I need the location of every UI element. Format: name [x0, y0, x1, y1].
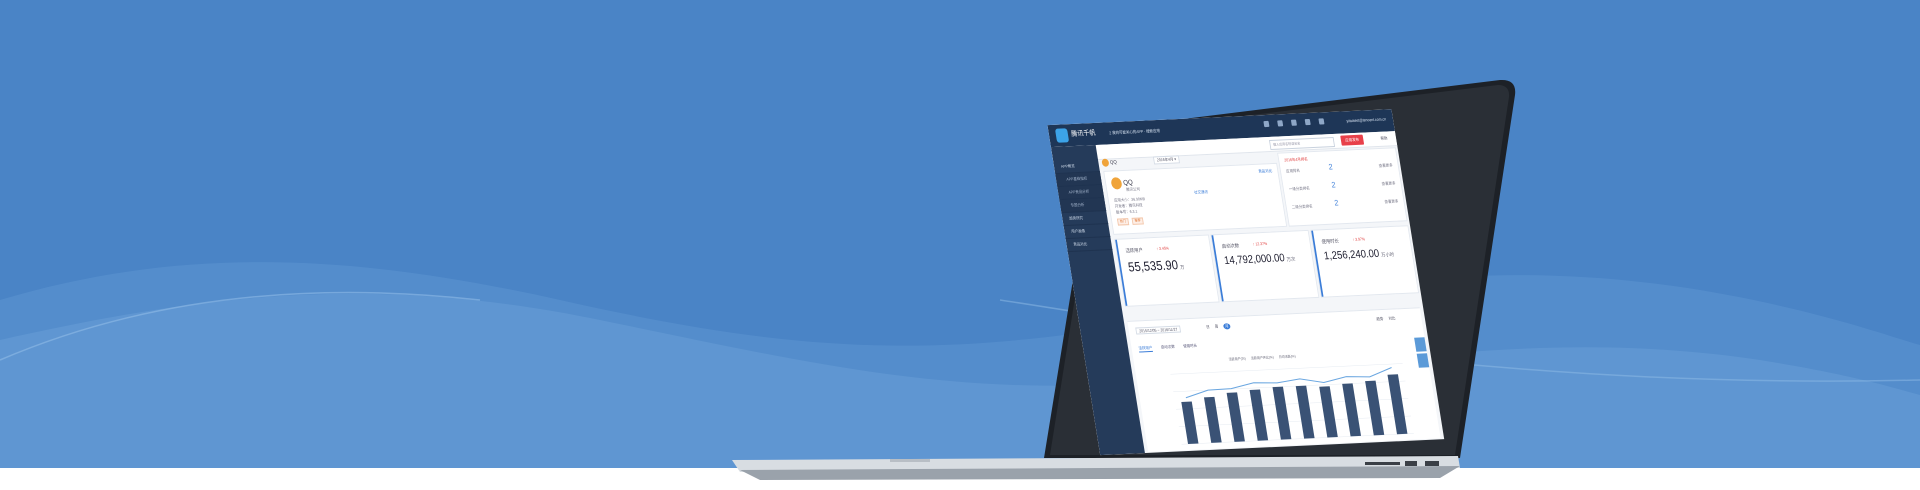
compare-link[interactable]: 竞品对比	[1258, 168, 1273, 175]
gridline	[1170, 363, 1403, 375]
granularity-switch: 日 周 月	[1206, 323, 1231, 330]
legend-item[interactable]: 日均活跃(%)	[1279, 354, 1297, 360]
help-link[interactable]: 帮助	[1380, 136, 1388, 142]
trend-chart-panel: 2015/12/05 ~ 2016/11/27 日 周 月 趋势 对比 活跃用户…	[1127, 307, 1441, 452]
star-icon[interactable]	[1290, 119, 1297, 126]
metric-card: 活跃用户 ↑ 3.45% 55,535.90万	[1114, 234, 1220, 307]
bar	[1272, 386, 1292, 440]
info-row-3: 版本号：6.3.1	[1115, 208, 1138, 215]
bar	[1181, 401, 1199, 444]
tab-launches[interactable]: 启动次数	[1160, 344, 1175, 352]
bar	[1226, 392, 1245, 442]
rank-row: 二级分类排名 2 查看更多	[1291, 198, 1399, 210]
bar-chart	[1170, 363, 1414, 445]
rank-card: 2016年4月排名 应用排名 2 查看更多 一级分类排名 2 查看更多 二级分类…	[1277, 147, 1408, 227]
tag[interactable]: 热门	[1116, 218, 1130, 226]
trend-button[interactable]: 趋势	[1376, 316, 1384, 322]
legend-item[interactable]: 活跃用户环比(%)	[1251, 355, 1275, 361]
chart-tabs: 活跃用户 启动次数 使用时长	[1138, 343, 1198, 353]
rank-row: 一级分类排名 2 查看更多	[1288, 180, 1396, 192]
category-label[interactable]: 社交通讯	[1194, 189, 1209, 196]
metric-value: 1,256,240.00万小时	[1323, 247, 1395, 263]
home-icon[interactable]	[1263, 120, 1270, 128]
tag[interactable]: 推荐	[1131, 217, 1144, 225]
app-tab[interactable]: QQ	[1101, 158, 1117, 167]
app-logo-icon[interactable]	[1054, 128, 1070, 143]
brand-name: 腾讯千帆	[1070, 129, 1097, 139]
back-to-top-button[interactable]	[1414, 337, 1427, 352]
metric-card: 使用时长 ↑ 3.97% 1,256,240.00万小时	[1310, 225, 1420, 298]
main-content: QQ 2016年4月 ▾ QQ 腾讯公司 应用大小：36.90MB 开发者：腾讯…	[1101, 147, 1441, 453]
metric-change: ↑ 3.97%	[1352, 236, 1366, 242]
chart-legend: 活跃用户(万) 活跃用户环比(%) 日均活跃(%)	[1228, 354, 1296, 362]
app-info-card: QQ 腾讯公司 应用大小：36.90MB 开发者：腾讯科技 版本号：6.3.1 …	[1103, 162, 1288, 235]
bar	[1249, 389, 1269, 441]
granularity-option[interactable]: 日	[1206, 324, 1210, 330]
topbar-icons	[1263, 118, 1325, 128]
legend-item[interactable]: 活跃用户(万)	[1228, 357, 1246, 363]
bar	[1295, 385, 1315, 439]
sidebar-item-compare[interactable]: 竞品对比	[1065, 237, 1113, 253]
chart-actions: 趋势 对比	[1376, 315, 1396, 322]
laptop-illustration	[732, 79, 1516, 480]
metric-value: 55,535.90万	[1126, 257, 1185, 275]
developer-label: 腾讯公司	[1125, 186, 1141, 192]
dashboard-screen: 腾讯千帆 2 我的可能关心的APP · 搜索应用 yitaotest@tence…	[1047, 109, 1445, 456]
bar	[1387, 374, 1408, 435]
bar	[1342, 383, 1362, 437]
metric-label: 活跃用户	[1125, 247, 1144, 255]
breadcrumb[interactable]: 2 我的可能关心的APP · 搜索应用	[1109, 128, 1161, 136]
bar	[1319, 386, 1338, 438]
rank-row: 应用排名 2 查看更多	[1285, 162, 1393, 174]
metric-change: ↑ 3.45%	[1155, 245, 1170, 251]
metric-change: ↑ 12.37%	[1252, 240, 1268, 247]
bar	[1203, 396, 1222, 443]
metric-card: 启动次数 ↑ 12.37% 14,792,000.00万次	[1210, 229, 1320, 303]
bell-icon[interactable]	[1304, 118, 1311, 126]
app-avatar-icon	[1101, 158, 1110, 167]
metric-label: 启动次数	[1221, 243, 1240, 250]
feedback-button[interactable]	[1416, 353, 1430, 368]
tab-active-users[interactable]: 活跃用户	[1138, 344, 1153, 353]
app-icon	[1110, 177, 1123, 190]
compare-button[interactable]: 对比	[1388, 315, 1396, 321]
help-icon[interactable]	[1318, 118, 1325, 125]
tag-list: 热门 推荐	[1116, 216, 1146, 226]
user-email[interactable]: yitaotest@tencent.com.cn	[1346, 116, 1386, 123]
hero-banner: 腾讯千帆 2 我的可能关心的APP · 搜索应用 yitaotest@tence…	[0, 0, 1920, 490]
date-range-picker[interactable]: 2015/12/05 ~ 2016/11/27	[1135, 325, 1182, 335]
search-input[interactable]: 输入应用名称或包名	[1268, 137, 1336, 150]
granularity-option[interactable]: 月	[1222, 323, 1231, 330]
rank-title: 2016年4月排名	[1283, 156, 1309, 163]
chart-icon[interactable]	[1277, 120, 1284, 127]
tab-duration[interactable]: 使用时长	[1183, 343, 1198, 351]
month-filter[interactable]: 2016年4月 ▾	[1152, 155, 1181, 165]
publish-button[interactable]: 应用发布	[1340, 134, 1365, 146]
metric-label: 使用时长	[1321, 238, 1340, 246]
metric-value: 14,792,000.00万次	[1223, 252, 1296, 267]
granularity-option[interactable]: 周	[1214, 324, 1218, 330]
bar	[1365, 380, 1385, 436]
laptop-screen: 腾讯千帆 2 我的可能关心的APP · 搜索应用 yitaotest@tence…	[1024, 78, 1503, 458]
